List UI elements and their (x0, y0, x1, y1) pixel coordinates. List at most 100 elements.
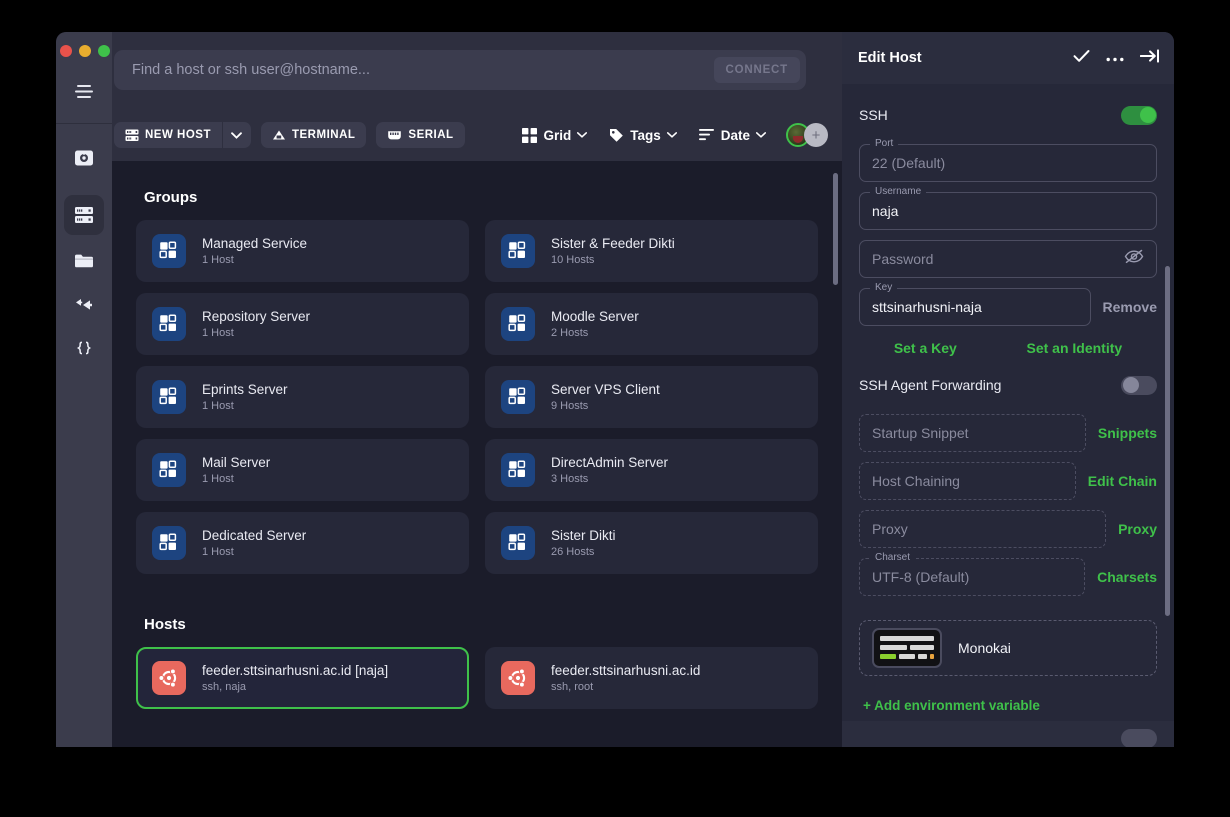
charset-field[interactable]: Charset UTF-8 (Default) (859, 552, 1086, 596)
edit-chain-button[interactable]: Edit Chain (1088, 473, 1157, 489)
username-field[interactable]: Username naja (859, 186, 1157, 230)
panel-scrollbar[interactable] (1165, 266, 1170, 616)
panel-action-buttons (1073, 48, 1160, 68)
charsets-button[interactable]: Charsets (1097, 569, 1157, 585)
sidebar-divider (56, 123, 112, 124)
collapse-panel-button[interactable] (1139, 48, 1160, 68)
group-squares-icon (159, 314, 177, 332)
groups-grid: Managed Service 1 Host Sister & Feeder Dik… (136, 220, 818, 574)
set-an-identity-button[interactable]: Set an Identity (1026, 340, 1122, 356)
group-card[interactable]: Sister & Feeder Dikti 10 Hosts (485, 220, 818, 282)
startup-snippet-row: Startup Snippet Snippets (859, 414, 1157, 462)
content-scrollbar[interactable] (833, 173, 838, 285)
minimize-window-button[interactable] (79, 45, 91, 57)
hamburger-menu-button[interactable] (67, 76, 101, 106)
sidebar-item-folder[interactable] (64, 240, 104, 280)
host-card[interactable]: feeder.sttsinarhusni.ac.id [naja] ssh, na… (136, 647, 469, 709)
forward-arrow-icon (76, 299, 92, 310)
ssh-row: SSH (859, 100, 1157, 130)
key-field[interactable]: Key sttsinarhusni-naja (859, 282, 1091, 326)
sidebar-item-port-forwarding[interactable] (64, 285, 104, 325)
group-card-title: Moodle Server (551, 309, 639, 324)
connect-button[interactable]: CONNECT (713, 57, 800, 83)
group-card[interactable]: Mail Server 1 Host (136, 439, 469, 501)
group-squares-icon (159, 241, 177, 259)
group-card-subtitle: 3 Hosts (551, 473, 589, 485)
groups-section-title: Groups (144, 189, 198, 206)
serial-button[interactable]: SERIAL (376, 122, 465, 148)
host-chaining-field[interactable]: Host Chaining (859, 462, 1076, 500)
next-setting-toggle[interactable] (1121, 729, 1157, 747)
group-card-title: DirectAdmin Server (551, 455, 669, 470)
charset-legend: Charset (870, 552, 916, 563)
ssh-agent-forwarding-toggle[interactable] (1121, 375, 1157, 395)
search-input[interactable] (132, 62, 714, 78)
edit-host-panel: Edit Host SSH Port 22 (Default) Username… (842, 32, 1174, 747)
snippets-button[interactable]: Snippets (1098, 425, 1157, 441)
sidebar-item-servers[interactable] (64, 195, 104, 235)
startup-snippet-placeholder: Startup Snippet (872, 425, 969, 441)
group-card-title: Sister Dikti (551, 528, 616, 543)
group-card[interactable]: Managed Service 1 Host (136, 220, 469, 282)
servers-icon (75, 207, 93, 223)
confirm-button[interactable] (1073, 49, 1090, 68)
group-card-icon (501, 234, 535, 268)
group-squares-icon (508, 387, 526, 405)
group-card[interactable]: Moodle Server 2 Hosts (485, 293, 818, 355)
group-card[interactable]: Eprints Server 1 Host (136, 366, 469, 428)
eye-off-icon (1124, 249, 1144, 264)
key-identity-links: Set a Key Set an Identity (859, 340, 1157, 356)
group-squares-icon (159, 533, 177, 551)
tag-icon (610, 128, 624, 142)
toggle-password-visibility-button[interactable] (1124, 249, 1144, 269)
group-card-title: Dedicated Server (202, 528, 307, 543)
sidebar-item-vault[interactable] (64, 138, 104, 178)
group-card-subtitle: 1 Host (202, 327, 234, 339)
set-a-key-button[interactable]: Set a Key (894, 340, 957, 356)
remove-key-button[interactable]: Remove (1103, 299, 1157, 315)
group-card-icon (501, 453, 535, 487)
proxy-field[interactable]: Proxy (859, 510, 1107, 548)
group-card[interactable]: DirectAdmin Server 3 Hosts (485, 439, 818, 501)
search-bar[interactable]: CONNECT (114, 50, 806, 90)
tags-selector[interactable]: Tags (609, 128, 677, 143)
ssh-agent-forwarding-row: SSH Agent Forwarding (859, 370, 1157, 400)
group-card[interactable]: Repository Server 1 Host (136, 293, 469, 355)
add-account-button[interactable]: + (804, 123, 828, 147)
startup-snippet-field[interactable]: Startup Snippet (859, 414, 1086, 452)
add-environment-variable-button[interactable]: + Add environment variable (863, 698, 1157, 713)
group-card-subtitle: 9 Hosts (551, 400, 589, 412)
new-host-button-group: NEW HOST (114, 122, 251, 148)
new-host-button[interactable]: NEW HOST (114, 122, 222, 148)
ssh-toggle[interactable] (1121, 105, 1157, 125)
account-avatars: + (786, 123, 828, 147)
theme-preview (872, 628, 942, 668)
chevron-down-icon (666, 132, 677, 138)
group-squares-icon (508, 533, 526, 551)
more-options-button[interactable] (1106, 49, 1124, 67)
theme-selector[interactable]: Monokai (859, 620, 1157, 676)
host-card[interactable]: feeder.sttsinarhusni.ac.id ssh, root (485, 647, 818, 709)
port-field[interactable]: Port 22 (Default) (859, 138, 1157, 182)
password-field[interactable]: Password (859, 240, 1157, 278)
group-squares-icon (159, 460, 177, 478)
proxy-button[interactable]: Proxy (1118, 521, 1157, 537)
close-window-button[interactable] (60, 45, 72, 57)
group-card[interactable]: Server VPS Client 9 Hosts (485, 366, 818, 428)
group-card-subtitle: 1 Host (202, 473, 234, 485)
new-host-dropdown-button[interactable] (222, 122, 251, 148)
host-card-icon (152, 661, 186, 695)
ssh-label: SSH (859, 107, 888, 123)
group-card-subtitle: 1 Host (202, 546, 234, 558)
group-card[interactable]: Sister Dikti 26 Hosts (485, 512, 818, 574)
terminal-button[interactable]: TERMINAL (260, 122, 367, 148)
more-dots-icon (1106, 57, 1124, 62)
group-card[interactable]: Dedicated Server 1 Host (136, 512, 469, 574)
group-card-title: Mail Server (202, 455, 271, 470)
hosts-section-title: Hosts (144, 616, 186, 633)
view-mode-selector[interactable]: Grid (522, 127, 588, 143)
sort-selector[interactable]: Date (698, 128, 766, 143)
sidebar-item-snippets[interactable] (64, 329, 104, 369)
maximize-window-button[interactable] (98, 45, 110, 57)
key-value: sttsinarhusni-naja (872, 299, 982, 315)
